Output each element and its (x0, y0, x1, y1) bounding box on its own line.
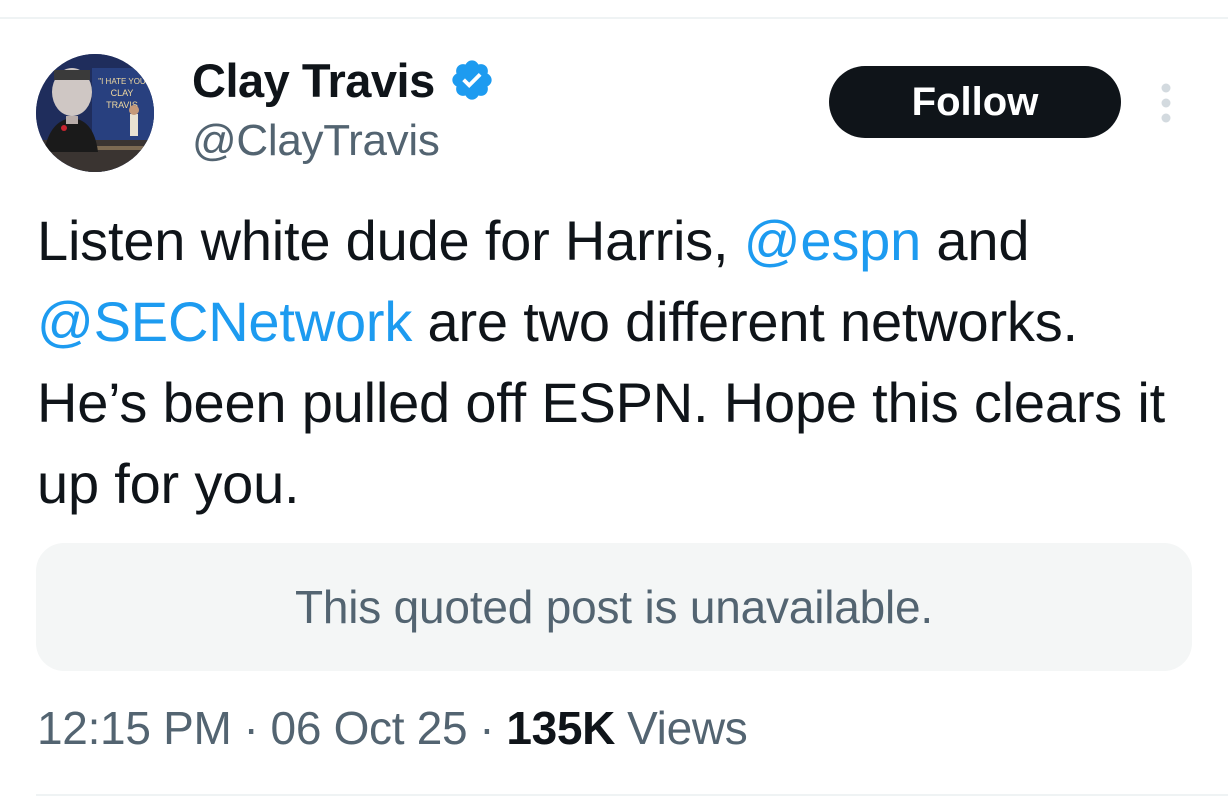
quoted-post-unavailable-text: This quoted post is unavailable. (294, 581, 933, 633)
bottom-divider (36, 794, 1228, 796)
quoted-post-card: This quoted post is unavailable. (36, 543, 1192, 671)
mention-link-espn[interactable]: @espn (744, 209, 921, 272)
meta-separator: · (479, 702, 495, 754)
avatar-image: "I HATE YOU CLAY TRAVIS (36, 54, 154, 172)
more-vertical-icon[interactable] (1152, 80, 1180, 126)
post-date[interactable]: 06 Oct 25 (271, 701, 468, 755)
svg-text:"I HATE YOU: "I HATE YOU (98, 77, 146, 86)
svg-text:CLAY: CLAY (111, 88, 134, 98)
tweet-text-segment: Listen white dude for Harris, (37, 209, 744, 272)
tweet-detail: "I HATE YOU CLAY TRAVIS Clay Travis @Cla… (0, 0, 1228, 800)
author-name-row: Clay Travis (192, 50, 495, 110)
top-divider (0, 17, 1228, 19)
author-handle[interactable]: @ClayTravis (192, 116, 440, 166)
tweet-text-segment: and (921, 209, 1030, 272)
display-name[interactable]: Clay Travis (192, 53, 435, 108)
post-time[interactable]: 12:15 PM (37, 701, 232, 755)
tweet-text: Listen white dude for Harris, @espn and … (37, 200, 1197, 524)
meta-separator: · (243, 702, 259, 754)
mention-link-secnetwork[interactable]: @SECNetwork (37, 290, 412, 353)
avatar[interactable]: "I HATE YOU CLAY TRAVIS (36, 54, 154, 172)
tweet-meta: 12:15 PM · 06 Oct 25 · 135K Views (37, 696, 748, 760)
verified-badge-icon[interactable] (449, 57, 495, 103)
follow-button[interactable]: Follow (829, 66, 1121, 138)
view-count[interactable]: 135K (506, 701, 615, 755)
views-label: Views (627, 702, 748, 754)
